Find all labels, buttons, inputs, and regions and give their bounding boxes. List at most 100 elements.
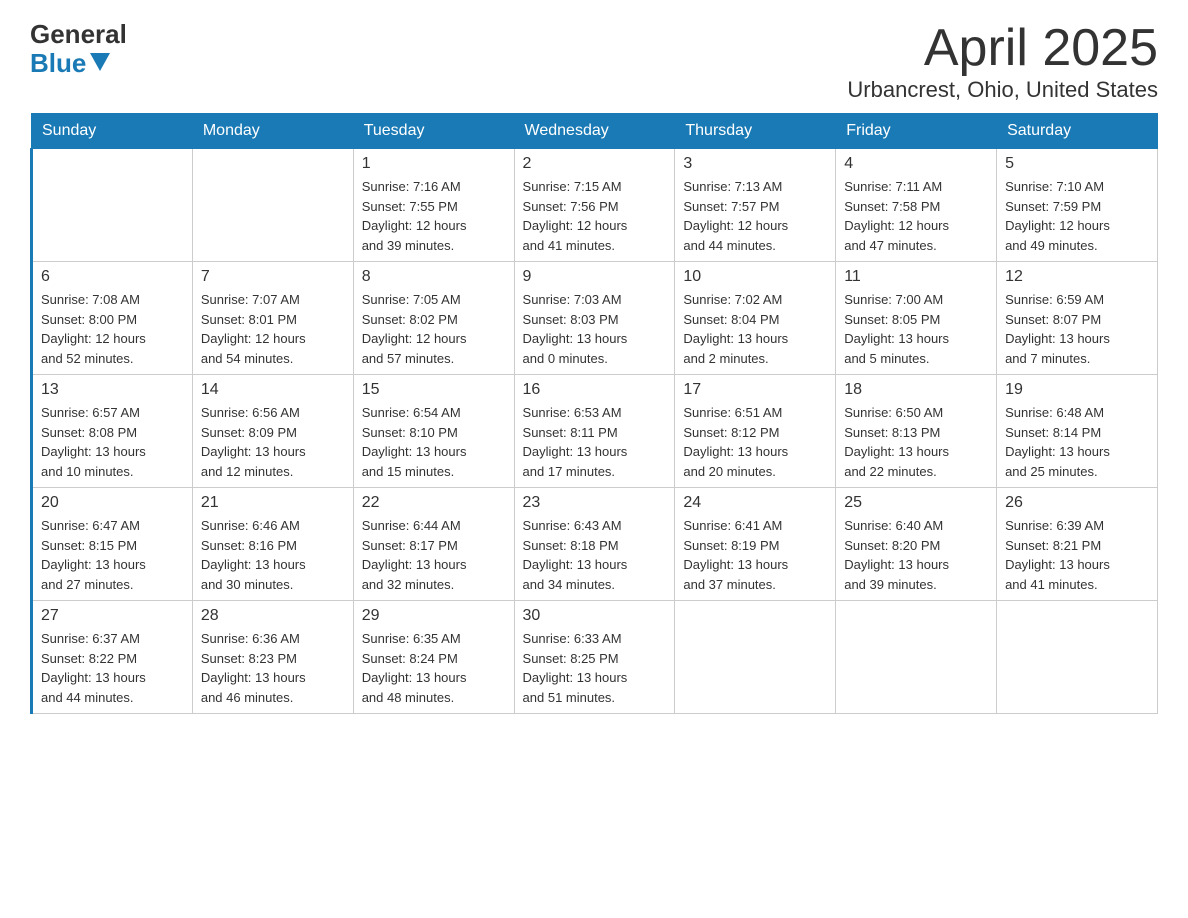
calendar-cell: 9Sunrise: 7:03 AM Sunset: 8:03 PM Daylig… xyxy=(514,262,675,375)
calendar-cell: 19 Sunrise: 6:48 AM Sunset: 8:14 PM Dayli… xyxy=(997,375,1158,488)
day-info: Sunrise: 7:11 AM Sunset: 7:58 PM Dayligh… xyxy=(844,177,988,255)
calendar-cell: 25 Sunrise: 6:40 AM Sunset: 8:20 PM Dayli… xyxy=(836,488,997,601)
day-info: Sunrise: 7:03 AM Sunset: 8:03 PM Dayligh… xyxy=(523,290,667,368)
day-info: Sunrise: 7:10 AM Sunset: 7:59 PM Dayligh… xyxy=(1005,177,1149,255)
day-number: 16 xyxy=(523,381,667,399)
day-number: 13 xyxy=(41,381,184,399)
calendar-day-header: Sunday xyxy=(32,114,193,149)
day-info: Sunrise: 6:56 AM Sunset: 8:09 PM Dayligh… xyxy=(201,403,345,481)
day-info: Sunrise: 7:05 AM Sunset: 8:02 PM Dayligh… xyxy=(362,290,506,368)
calendar-cell: 27 Sunrise: 6:37 AM Sunset: 8:22 PM Dayli… xyxy=(32,601,193,714)
calendar-cell: 18 Sunrise: 6:50 AM Sunset: 8:13 PM Dayli… xyxy=(836,375,997,488)
calendar-cell: 23Sunrise: 6:43 AM Sunset: 8:18 PM Dayli… xyxy=(514,488,675,601)
day-info: Sunrise: 7:08 AM Sunset: 8:00 PM Dayligh… xyxy=(41,290,184,368)
calendar-cell: 15 Sunrise: 6:54 AM Sunset: 8:10 PM Dayli… xyxy=(353,375,514,488)
calendar-cell xyxy=(192,149,353,262)
calendar-cell: 12Sunrise: 6:59 AM Sunset: 8:07 PM Dayli… xyxy=(997,262,1158,375)
day-info: Sunrise: 6:44 AM Sunset: 8:17 PM Dayligh… xyxy=(362,516,506,594)
logo-triangle-icon xyxy=(90,53,110,71)
day-number: 19 xyxy=(1005,381,1149,399)
calendar-cell: 21 Sunrise: 6:46 AM Sunset: 8:16 PM Dayli… xyxy=(192,488,353,601)
calendar-cell xyxy=(997,601,1158,714)
calendar-cell: 3 Sunrise: 7:13 AM Sunset: 7:57 PM Daylig… xyxy=(675,149,836,262)
calendar-cell: 16 Sunrise: 6:53 AM Sunset: 8:11 PM Dayli… xyxy=(514,375,675,488)
calendar-cell: 4 Sunrise: 7:11 AM Sunset: 7:58 PM Daylig… xyxy=(836,149,997,262)
day-info: Sunrise: 7:02 AM Sunset: 8:04 PM Dayligh… xyxy=(683,290,827,368)
day-number: 14 xyxy=(201,381,345,399)
calendar-cell: 6Sunrise: 7:08 AM Sunset: 8:00 PM Daylig… xyxy=(32,262,193,375)
calendar-cell xyxy=(836,601,997,714)
day-info: Sunrise: 6:47 AM Sunset: 8:15 PM Dayligh… xyxy=(41,516,184,594)
day-info: Sunrise: 6:41 AM Sunset: 8:19 PM Dayligh… xyxy=(683,516,827,594)
calendar-cell xyxy=(675,601,836,714)
calendar-cell xyxy=(32,149,193,262)
day-number: 5 xyxy=(1005,155,1149,173)
calendar-header-row: SundayMondayTuesdayWednesdayThursdayFrid… xyxy=(32,114,1158,149)
day-number: 11 xyxy=(844,268,988,286)
calendar-table: SundayMondayTuesdayWednesdayThursdayFrid… xyxy=(30,113,1158,714)
calendar-cell: 2 Sunrise: 7:15 AM Sunset: 7:56 PM Daylig… xyxy=(514,149,675,262)
calendar-week-row: 1 Sunrise: 7:16 AM Sunset: 7:55 PM Daylig… xyxy=(32,149,1158,262)
day-info: Sunrise: 6:46 AM Sunset: 8:16 PM Dayligh… xyxy=(201,516,345,594)
day-info: Sunrise: 7:07 AM Sunset: 8:01 PM Dayligh… xyxy=(201,290,345,368)
day-number: 17 xyxy=(683,381,827,399)
calendar-cell: 5 Sunrise: 7:10 AM Sunset: 7:59 PM Daylig… xyxy=(997,149,1158,262)
calendar-cell: 8 Sunrise: 7:05 AM Sunset: 8:02 PM Daylig… xyxy=(353,262,514,375)
day-info: Sunrise: 6:43 AM Sunset: 8:18 PM Dayligh… xyxy=(523,516,667,594)
calendar-day-header: Friday xyxy=(836,114,997,149)
title-block: April 2025 Urbancrest, Ohio, United Stat… xyxy=(847,20,1158,103)
calendar-day-header: Monday xyxy=(192,114,353,149)
calendar-cell: 22 Sunrise: 6:44 AM Sunset: 8:17 PM Dayli… xyxy=(353,488,514,601)
calendar-cell: 17 Sunrise: 6:51 AM Sunset: 8:12 PM Dayli… xyxy=(675,375,836,488)
day-info: Sunrise: 6:36 AM Sunset: 8:23 PM Dayligh… xyxy=(201,629,345,707)
day-number: 21 xyxy=(201,494,345,512)
day-number: 25 xyxy=(844,494,988,512)
calendar-week-row: 6Sunrise: 7:08 AM Sunset: 8:00 PM Daylig… xyxy=(32,262,1158,375)
day-number: 18 xyxy=(844,381,988,399)
day-info: Sunrise: 6:37 AM Sunset: 8:22 PM Dayligh… xyxy=(41,629,184,707)
calendar-cell: 28Sunrise: 6:36 AM Sunset: 8:23 PM Dayli… xyxy=(192,601,353,714)
day-number: 15 xyxy=(362,381,506,399)
day-number: 12 xyxy=(1005,268,1149,286)
day-number: 24 xyxy=(683,494,827,512)
day-info: Sunrise: 6:40 AM Sunset: 8:20 PM Dayligh… xyxy=(844,516,988,594)
day-info: Sunrise: 6:51 AM Sunset: 8:12 PM Dayligh… xyxy=(683,403,827,481)
day-number: 27 xyxy=(41,607,184,625)
day-number: 7 xyxy=(201,268,345,286)
calendar-cell: 20Sunrise: 6:47 AM Sunset: 8:15 PM Dayli… xyxy=(32,488,193,601)
day-info: Sunrise: 7:00 AM Sunset: 8:05 PM Dayligh… xyxy=(844,290,988,368)
logo: General Blue xyxy=(30,20,127,77)
day-number: 4 xyxy=(844,155,988,173)
day-info: Sunrise: 7:13 AM Sunset: 7:57 PM Dayligh… xyxy=(683,177,827,255)
day-info: Sunrise: 6:54 AM Sunset: 8:10 PM Dayligh… xyxy=(362,403,506,481)
day-info: Sunrise: 7:16 AM Sunset: 7:55 PM Dayligh… xyxy=(362,177,506,255)
day-number: 8 xyxy=(362,268,506,286)
calendar-day-header: Tuesday xyxy=(353,114,514,149)
day-number: 1 xyxy=(362,155,506,173)
calendar-day-header: Saturday xyxy=(997,114,1158,149)
day-info: Sunrise: 6:33 AM Sunset: 8:25 PM Dayligh… xyxy=(523,629,667,707)
day-number: 30 xyxy=(523,607,667,625)
day-info: Sunrise: 6:39 AM Sunset: 8:21 PM Dayligh… xyxy=(1005,516,1149,594)
calendar-day-header: Thursday xyxy=(675,114,836,149)
day-info: Sunrise: 7:15 AM Sunset: 7:56 PM Dayligh… xyxy=(523,177,667,255)
logo-general-text: General xyxy=(30,20,127,49)
calendar-day-header: Wednesday xyxy=(514,114,675,149)
day-info: Sunrise: 6:57 AM Sunset: 8:08 PM Dayligh… xyxy=(41,403,184,481)
calendar-cell: 7 Sunrise: 7:07 AM Sunset: 8:01 PM Daylig… xyxy=(192,262,353,375)
calendar-week-row: 13 Sunrise: 6:57 AM Sunset: 8:08 PM Dayli… xyxy=(32,375,1158,488)
day-number: 22 xyxy=(362,494,506,512)
day-info: Sunrise: 6:53 AM Sunset: 8:11 PM Dayligh… xyxy=(523,403,667,481)
calendar-week-row: 20Sunrise: 6:47 AM Sunset: 8:15 PM Dayli… xyxy=(32,488,1158,601)
day-number: 2 xyxy=(523,155,667,173)
calendar-cell: 30 Sunrise: 6:33 AM Sunset: 8:25 PM Dayli… xyxy=(514,601,675,714)
day-number: 29 xyxy=(362,607,506,625)
calendar-cell: 14 Sunrise: 6:56 AM Sunset: 8:09 PM Dayli… xyxy=(192,375,353,488)
logo-blue-text: Blue xyxy=(30,49,127,78)
day-info: Sunrise: 6:48 AM Sunset: 8:14 PM Dayligh… xyxy=(1005,403,1149,481)
calendar-cell: 1 Sunrise: 7:16 AM Sunset: 7:55 PM Daylig… xyxy=(353,149,514,262)
day-number: 3 xyxy=(683,155,827,173)
page-subtitle: Urbancrest, Ohio, United States xyxy=(847,77,1158,103)
day-number: 10 xyxy=(683,268,827,286)
day-info: Sunrise: 6:50 AM Sunset: 8:13 PM Dayligh… xyxy=(844,403,988,481)
